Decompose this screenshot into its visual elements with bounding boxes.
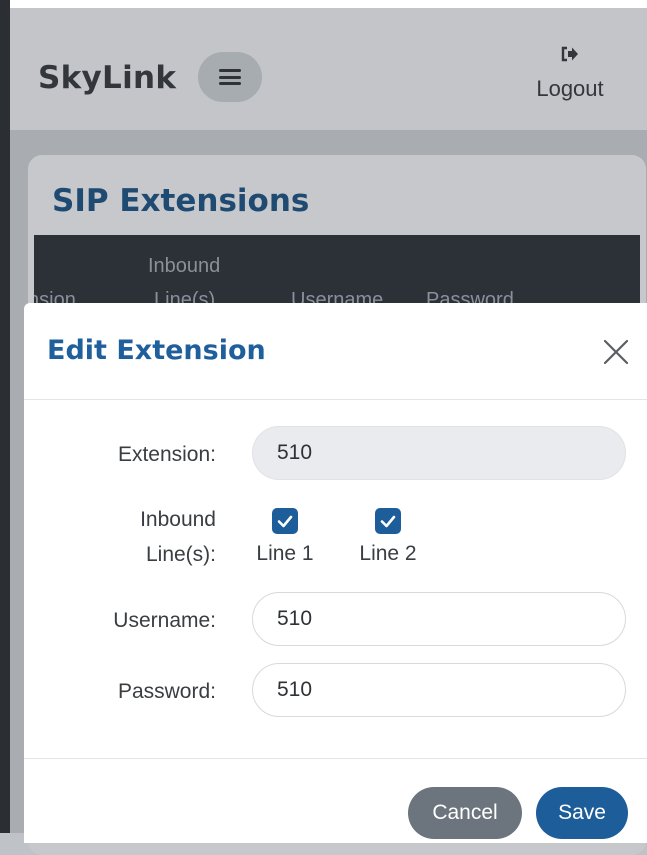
line-2-checkbox[interactable]	[375, 508, 401, 534]
extension-label: Extension:	[117, 443, 216, 466]
modal-footer: Cancel Save	[24, 758, 647, 844]
close-icon	[603, 339, 629, 365]
password-label: Password:	[117, 680, 216, 703]
screen-top-edge	[0, 0, 647, 8]
inbound-label-line1: Inbound	[140, 508, 216, 531]
modal-title: Edit Extension	[47, 335, 266, 366]
inbound-label-line2: Line(s):	[145, 543, 216, 566]
close-button[interactable]	[599, 335, 633, 369]
logout-label: Logout	[536, 76, 604, 101]
line-2-checkbox-group[interactable]: Line 2	[353, 508, 423, 566]
brand-logo[interactable]: SkyLink	[38, 60, 176, 96]
username-field[interactable]: 510	[252, 592, 626, 646]
modal-header: Edit Extension	[24, 303, 647, 400]
menu-toggle-button[interactable]	[198, 52, 262, 102]
sign-out-icon	[525, 46, 615, 66]
top-navbar: SkyLink Logout	[10, 8, 647, 130]
line-1-checkbox[interactable]	[272, 508, 298, 534]
line-1-label: Line 1	[256, 542, 314, 565]
username-label: Username:	[113, 609, 216, 632]
logout-button[interactable]: Logout	[525, 46, 615, 102]
line-1-checkbox-group[interactable]: Line 1	[250, 508, 320, 566]
page-title: SIP Extensions	[52, 183, 310, 219]
save-button[interactable]: Save	[536, 787, 628, 839]
password-field[interactable]: 510	[252, 663, 626, 717]
hamburger-icon	[219, 69, 241, 85]
edit-extension-modal: Edit Extension Extension: 510 Inbound Li…	[24, 303, 647, 843]
extension-field: 510	[252, 426, 626, 480]
screen-left-edge	[0, 0, 10, 833]
check-icon	[277, 515, 293, 528]
column-header-inbound: Inbound	[148, 255, 221, 277]
line-2-label: Line 2	[359, 542, 417, 565]
check-icon	[380, 515, 396, 528]
cancel-button[interactable]: Cancel	[408, 787, 522, 839]
